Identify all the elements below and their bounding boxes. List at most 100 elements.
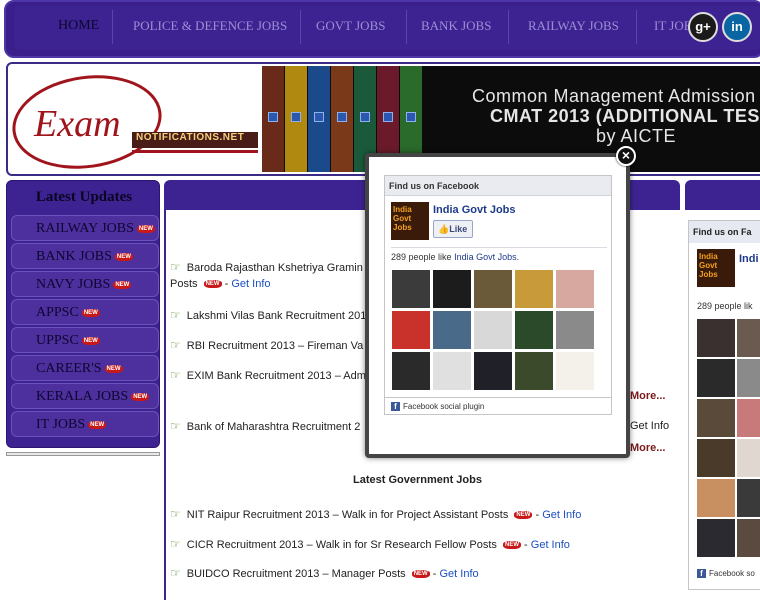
right-facebook-widget[interactable]: Find us on Fa India Govt Jobs Indi 289 p… [688, 220, 760, 590]
pointing-hand-icon: ☞ [170, 260, 181, 274]
list-item[interactable]: ☞ Bank of Maharashtra Recruitment 2 [170, 419, 360, 433]
new-badge: NEW [131, 392, 150, 401]
fan-avatar[interactable] [392, 352, 430, 390]
get-info-link[interactable]: Get Info [630, 420, 669, 432]
banner-stripe [331, 66, 353, 172]
facebook-page-name[interactable]: India Govt Jobs [433, 204, 516, 216]
fan-avatar[interactable] [515, 311, 553, 349]
nav-railway-jobs[interactable]: RAILWAY JOBS [528, 18, 619, 34]
new-badge: NEW [514, 511, 533, 520]
job-title: NIT Raipur Recruitment 2013 – Walk in fo… [186, 509, 509, 521]
fan-avatar [697, 359, 735, 397]
pointing-hand-icon: ☞ [170, 338, 181, 352]
nav-govt-jobs[interactable]: GOVT JOBS [316, 18, 385, 34]
new-badge: NEW [104, 364, 123, 373]
new-badge: NEW [81, 308, 100, 317]
nav-separator [300, 10, 301, 44]
fan-avatar[interactable] [556, 311, 594, 349]
site-logo[interactable]: Exam NOTIFICATIONS.NET [6, 66, 258, 178]
fan-avatar[interactable] [515, 352, 553, 390]
job-title: Bank of Maharashtra Recruitment 2 [186, 421, 361, 433]
facebook-footer-text: Facebook social plugin [403, 402, 485, 411]
list-item[interactable]: ☞ NIT Raipur Recruitment 2013 – Walk in f… [170, 507, 581, 521]
banner-line-3: by AICTE [596, 126, 677, 146]
sidebar-item-careers[interactable]: CAREER'S NEW [11, 355, 159, 381]
right-fb-title: Find us on Fa [689, 221, 760, 243]
fan-avatar[interactable] [433, 270, 471, 308]
facebook-icon: f [391, 402, 400, 412]
fan-avatar[interactable] [556, 270, 594, 308]
like-count: 289 people like India Govt Jobs. [391, 252, 519, 262]
sidebar-item-uppsc[interactable]: UPPSC NEW [11, 327, 159, 353]
list-item[interactable]: Posts NEW - Get Info [170, 278, 271, 290]
sidebar-item-navy-jobs[interactable]: NAVY JOBS NEW [11, 271, 159, 297]
like-label: Like [449, 224, 468, 234]
banner-line-1: Common Management Admission [472, 86, 756, 106]
new-badge: NEW [113, 280, 132, 289]
linkedin-icon[interactable]: in [722, 12, 752, 42]
sidebar-item-label: NAVY JOBS [36, 277, 111, 292]
sidebar-item-label: KERALA JOBS [36, 389, 129, 404]
more-link[interactable]: More... [630, 442, 665, 454]
sidebar-item-label: APPSC [36, 305, 79, 320]
more-link[interactable]: More... [630, 390, 665, 402]
pointing-hand-icon: ☞ [170, 368, 181, 382]
fan-avatar[interactable] [474, 311, 512, 349]
sidebar-item-kerala-jobs[interactable]: KERALA JOBS NEW [11, 383, 159, 409]
list-item[interactable]: ☞ CICR Recruitment 2013 – Walk in for Sr … [170, 537, 570, 551]
pointing-hand-icon: ☞ [170, 537, 181, 551]
fan-avatar [737, 359, 760, 397]
like-button[interactable]: 👍Like [433, 220, 473, 238]
fan-avatar [737, 439, 760, 477]
right-fb-page-thumb: India Govt Jobs [697, 249, 735, 287]
like-count-prefix: 289 people like [391, 252, 455, 262]
new-badge: NEW [411, 570, 430, 579]
new-badge: NEW [203, 280, 222, 289]
google-plus-icon[interactable]: g+ [688, 12, 718, 42]
nav-separator [112, 10, 113, 44]
get-info-link[interactable]: Get Info [542, 509, 581, 521]
fan-avatar [737, 479, 760, 517]
job-title-cont: Posts [170, 278, 198, 290]
fan-avatar[interactable] [392, 270, 430, 308]
get-info-link[interactable]: Get Info [231, 278, 270, 290]
right-fb-page-name: Indi [739, 253, 759, 265]
nav-home[interactable]: HOME [58, 18, 99, 34]
like-count-suffix: . [516, 252, 520, 262]
sidebar-item-bank-jobs[interactable]: BANK JOBS NEW [11, 243, 159, 269]
list-item[interactable]: ☞ Lakshmi Vilas Bank Recruitment 2013 [170, 308, 372, 322]
get-info-link[interactable]: Get Info [439, 568, 478, 580]
sidebar-item-it-jobs[interactable]: IT JOBS NEW [11, 411, 159, 437]
job-title: BUIDCO Recruitment 2013 – Manager Posts [186, 568, 406, 580]
latest-updates-sidebar: Latest Updates RAILWAY JOBS NEW BANK JOBS… [6, 180, 160, 448]
logo-main-text: Exam [34, 103, 121, 145]
section-title-govt-jobs: Latest Government Jobs [353, 474, 482, 486]
right-fb-count: 289 people lik [697, 301, 753, 311]
fan-avatar[interactable] [515, 270, 553, 308]
get-info-link[interactable]: Get Info [531, 539, 570, 551]
fan-avatar[interactable] [474, 270, 512, 308]
facebook-footer[interactable]: f Facebook social plugin [385, 397, 611, 415]
list-item[interactable]: ☞ EXIM Bank Recruitment 2013 – Adm [170, 368, 366, 382]
pointing-hand-icon: ☞ [170, 566, 181, 580]
nav-bank-jobs[interactable]: BANK JOBS [421, 18, 491, 34]
sidebar-base [6, 452, 160, 456]
right-fb-footer: f Facebook so [697, 569, 755, 579]
fan-avatar[interactable] [474, 352, 512, 390]
sidebar-item-appsc[interactable]: APPSC NEW [11, 299, 159, 325]
list-item[interactable]: ☞ BUIDCO Recruitment 2013 – Manager Posts… [170, 566, 479, 580]
sidebar-item-railway-jobs[interactable]: RAILWAY JOBS NEW [11, 215, 159, 241]
logo-underline [132, 150, 258, 153]
fan-avatar[interactable] [556, 352, 594, 390]
nav-separator [508, 10, 509, 44]
banner-stripe [285, 66, 307, 172]
page-thumbnail[interactable]: India Govt Jobs [391, 202, 429, 240]
like-count-page-link[interactable]: India Govt Jobs [454, 252, 517, 262]
fan-avatar[interactable] [433, 352, 471, 390]
fan-avatar[interactable] [433, 311, 471, 349]
fan-avatar[interactable] [392, 311, 430, 349]
close-popup-button[interactable]: × [616, 146, 636, 166]
fan-avatar [697, 519, 735, 557]
nav-police-defence-jobs[interactable]: POLICE & DEFENCE JOBS [133, 18, 287, 34]
list-item[interactable]: ☞ RBI Recruitment 2013 – Fireman Va [170, 338, 363, 352]
